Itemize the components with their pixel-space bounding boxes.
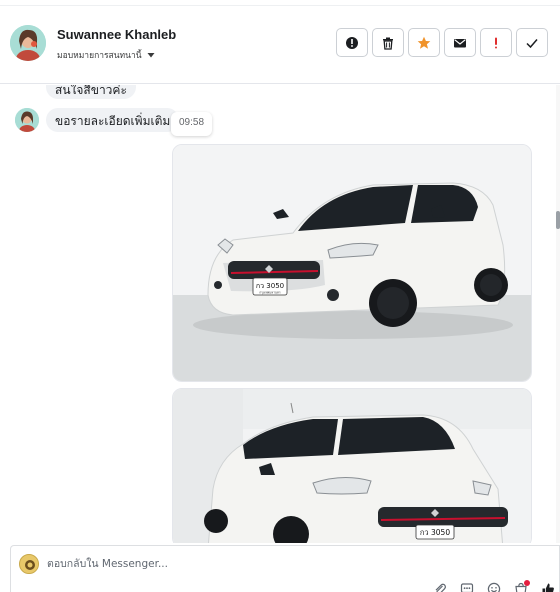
message-bubble: สนใจสีขาวค่ะ <box>46 85 136 99</box>
saved-reply-icon <box>460 583 474 592</box>
exclamation-icon <box>495 37 497 48</box>
scrollbar-thumb[interactable] <box>556 211 560 229</box>
divider <box>0 5 560 6</box>
caret-down-icon <box>147 53 155 58</box>
reply-input[interactable] <box>47 556 347 572</box>
sender-avatar <box>15 108 39 132</box>
shop-button[interactable] <box>512 580 530 592</box>
thumbs-up-icon <box>542 583 554 592</box>
assign-conversation-dropdown[interactable]: มอบหมายการสนทนานี้ <box>57 48 156 62</box>
message-thread[interactable]: สนใจสีขาวค่ะ ขอรายละเอียดเพิ่มเติม 09:58… <box>0 85 556 543</box>
car-photo[interactable]: กว 3050 <box>172 388 532 543</box>
star-button[interactable] <box>408 28 440 57</box>
saved-replies-button[interactable] <box>458 582 476 592</box>
avatar[interactable] <box>10 25 46 61</box>
attach-button[interactable] <box>431 582 449 592</box>
like-button[interactable] <box>539 582 557 592</box>
contact-name: Suwannee Khanleb <box>57 27 177 42</box>
car-photo[interactable]: กว 3050 กรุงเทพมหานคร <box>172 144 532 382</box>
delete-button[interactable] <box>372 28 404 57</box>
trash-icon <box>383 37 393 50</box>
message-timestamp: 09:58 <box>171 112 213 136</box>
scrollbar-track[interactable] <box>556 85 560 543</box>
paperclip-icon <box>435 583 446 592</box>
emoji-icon <box>487 582 501 592</box>
reply-composer <box>10 545 560 592</box>
conversation-header: Suwannee Khanleb มอบหมายการสนทนานี้ <box>0 0 560 84</box>
mark-done-button[interactable] <box>516 28 548 57</box>
spam-button[interactable] <box>336 28 368 57</box>
message-bubble: ขอรายละเอียดเพิ่มเติม <box>46 108 180 132</box>
assign-label: มอบหมายการสนทนานี้ <box>57 51 142 61</box>
license-plate: กว 3050 <box>420 528 450 537</box>
composer-toolbar <box>431 580 557 592</box>
mail-icon <box>454 38 466 47</box>
license-plate: กว 3050 <box>256 282 284 290</box>
mark-unread-button[interactable] <box>444 28 476 57</box>
emoji-button[interactable] <box>485 582 503 592</box>
notification-dot <box>524 580 530 586</box>
star-icon <box>417 36 431 49</box>
follow-up-button[interactable] <box>480 28 512 57</box>
alert-icon <box>346 36 358 49</box>
page-avatar <box>19 554 39 574</box>
conversation-actions <box>336 28 548 57</box>
check-icon <box>526 38 538 48</box>
